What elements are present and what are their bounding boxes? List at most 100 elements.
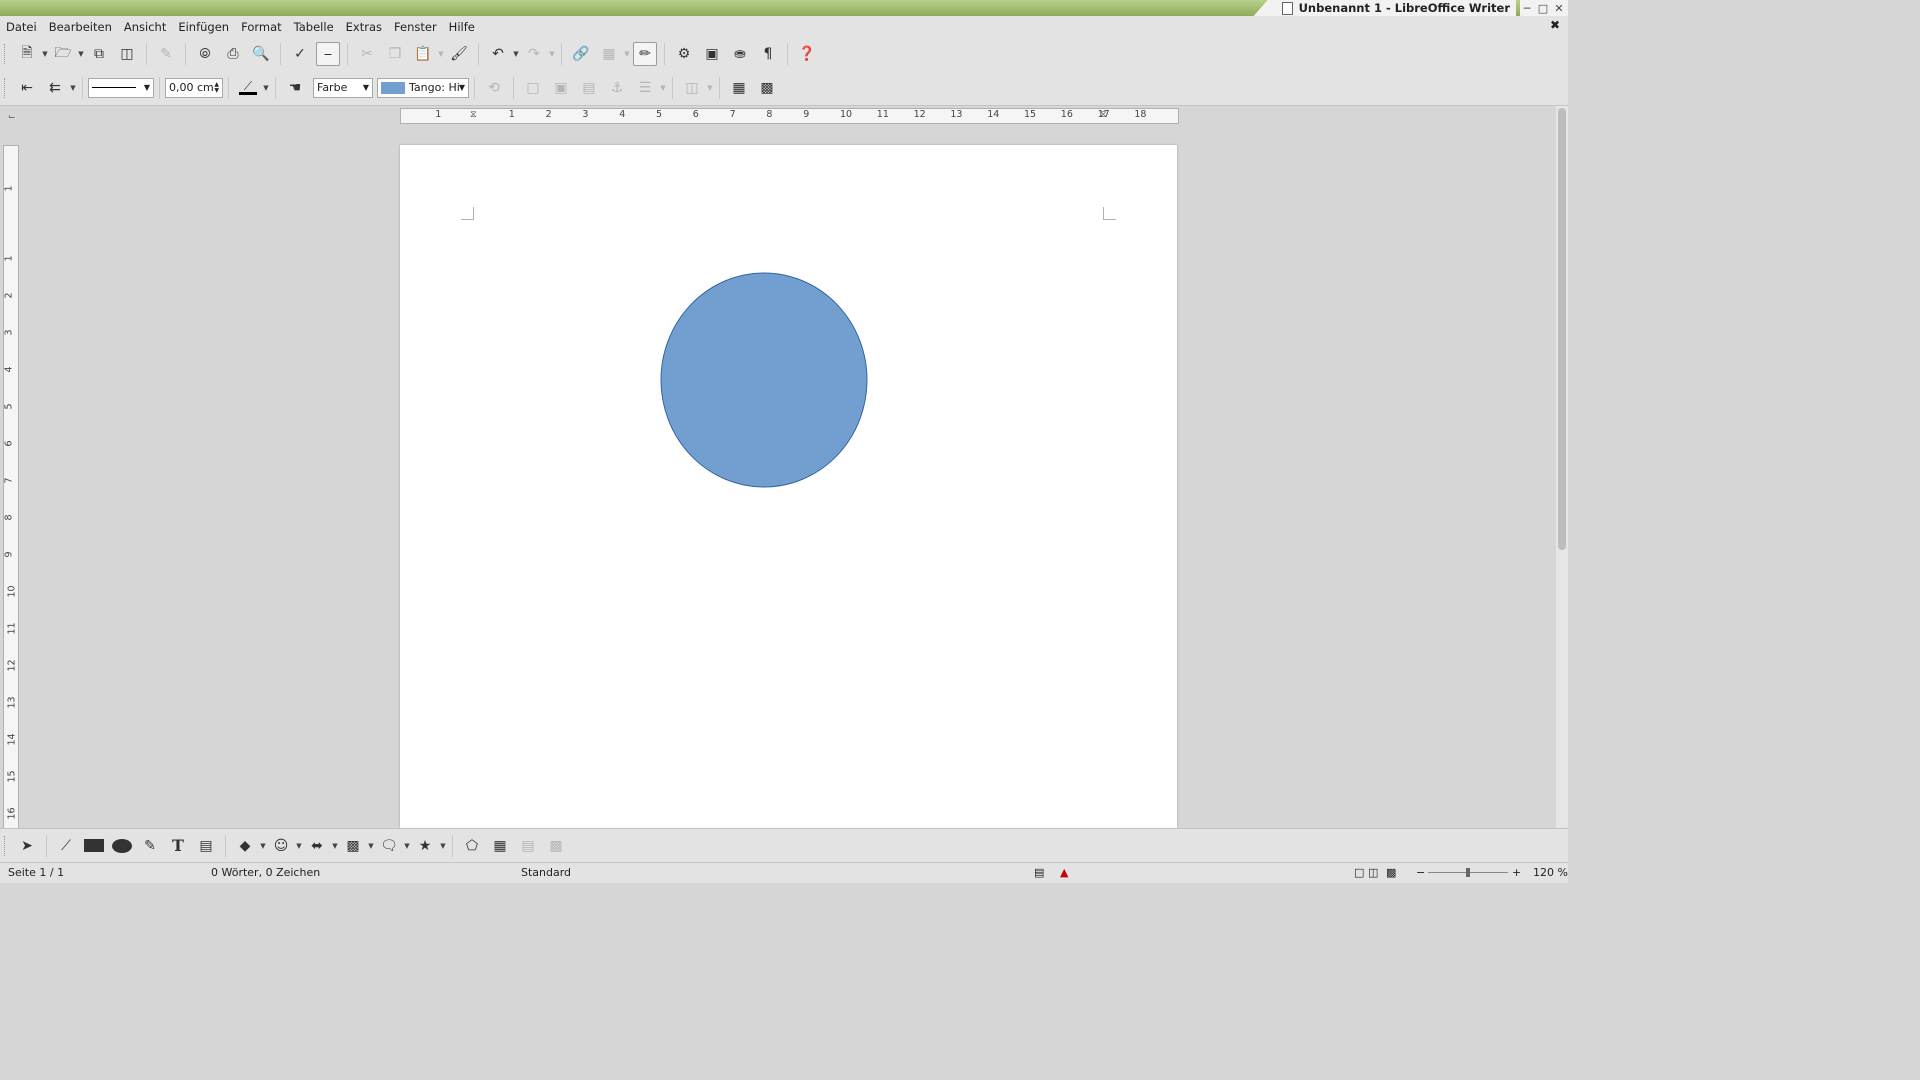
maximize-icon[interactable]: □ (1536, 0, 1550, 16)
navigator-icon[interactable]: ⚙ (672, 42, 696, 66)
points-icon[interactable]: ⬠ (460, 834, 484, 858)
minimize-icon[interactable]: ─ (1520, 0, 1534, 16)
line-width-field[interactable]: 0,00 cm ▲ ▼ (165, 77, 223, 98)
align-icon[interactable]: ☰ (633, 76, 657, 100)
formatting-marks-icon[interactable]: ¶ (756, 42, 780, 66)
toolbar-grip[interactable] (4, 44, 9, 64)
draw-functions-icon[interactable]: ✏ (633, 42, 657, 66)
single-page-view-icon[interactable]: □ (1354, 866, 1364, 879)
wrap-off-icon[interactable]: □ (521, 76, 545, 100)
draw-line-icon[interactable]: ⟋ (54, 834, 78, 858)
freeform-icon[interactable]: ✎ (138, 834, 162, 858)
undo-icon[interactable]: ↶ (486, 42, 510, 66)
area-style-select[interactable]: Farbe ▼ (313, 77, 373, 98)
area-icon[interactable]: ☚ (283, 76, 307, 100)
flowchart-icon[interactable]: ▩ (341, 834, 365, 858)
paste-icon[interactable]: 📋 (411, 42, 435, 66)
stars-dropdown-icon[interactable]: ▼ (439, 842, 447, 850)
wrap-through-icon[interactable]: ▤ (577, 76, 601, 100)
clone-format-icon[interactable]: 🖌 (447, 42, 471, 66)
anchor-icon[interactable]: ⚓ (605, 76, 629, 100)
menu-format[interactable]: Format (235, 20, 288, 34)
rectangle-icon[interactable] (82, 834, 106, 858)
fontwork-icon[interactable]: ▦ (488, 834, 512, 858)
word-count[interactable]: 0 Wörter, 0 Zeichen (211, 866, 320, 879)
zoom-slider-knob[interactable] (1466, 868, 1470, 877)
arrow-style-dropdown-icon[interactable]: ▼ (69, 84, 77, 92)
redo-icon[interactable]: ↷ (522, 42, 546, 66)
help-icon[interactable]: ❓ (795, 42, 819, 66)
ellipse-shape[interactable] (660, 272, 868, 488)
vertical-scrollbar[interactable] (1556, 106, 1568, 828)
line-style-select[interactable]: ▼ (88, 77, 154, 98)
left-indent-marker-icon[interactable]: ⧖ (470, 109, 477, 120)
arrow-style-icon[interactable]: ⇇ (43, 76, 67, 100)
toolbar-grip[interactable] (4, 77, 9, 98)
align-dropdown-icon[interactable]: ▼ (659, 84, 667, 92)
block-arrows-dropdown-icon[interactable]: ▼ (331, 842, 339, 850)
flowchart-dropdown-icon[interactable]: ▼ (367, 842, 375, 850)
menu-hilfe[interactable]: Hilfe (443, 20, 481, 34)
callout-text-icon[interactable]: ▤ (194, 834, 218, 858)
horizontal-ruler[interactable]: 1 1 2 3 4 5 6 7 8 9 10 11 12 13 14 15 16 17 18 ⧖ ⧖ (400, 108, 1179, 124)
document-page[interactable] (400, 145, 1177, 828)
menu-fenster[interactable]: Fenster (388, 20, 443, 34)
stars-icon[interactable]: ★ (413, 834, 437, 858)
menu-extras[interactable]: Extras (340, 20, 388, 34)
vertical-ruler[interactable]: 1 1 2 3 4 5 6 7 8 9 10 11 12 13 14 15 16 (3, 145, 19, 830)
menu-ansicht[interactable]: Ansicht (118, 20, 172, 34)
document-modified-icon[interactable]: ▲ (1060, 866, 1068, 879)
menu-tabelle[interactable]: Tabelle (288, 20, 340, 34)
arrange-icon[interactable]: ◫ (680, 76, 704, 100)
symbol-shapes-dropdown-icon[interactable]: ▼ (295, 842, 303, 850)
callouts-icon[interactable]: 🗨 (377, 834, 401, 858)
arrange-dropdown-icon[interactable]: ▼ (706, 84, 714, 92)
menu-datei[interactable]: Datei (0, 20, 43, 34)
export-pdf-icon[interactable]: ⦾ (193, 42, 217, 66)
hyperlink-icon[interactable]: 🔗 (569, 42, 593, 66)
extrusion-icon[interactable]: ▤ (516, 834, 540, 858)
callouts-dropdown-icon[interactable]: ▼ (403, 842, 411, 850)
save-icon[interactable]: ◫ (115, 42, 139, 66)
copy-icon[interactable]: ❐ (383, 42, 407, 66)
basic-shapes-dropdown-icon[interactable]: ▼ (259, 842, 267, 850)
open-icon[interactable]: ⧉ (87, 42, 111, 66)
zoom-level[interactable]: 120 % (1533, 866, 1568, 879)
enter-group-icon[interactable]: ▩ (755, 76, 779, 100)
undo-dropdown-icon[interactable]: ▼ (512, 50, 520, 58)
line-color-icon[interactable]: ⟋ (236, 76, 260, 100)
page-count[interactable]: Seite 1 / 1 (8, 866, 64, 879)
text-box-icon[interactable]: T (166, 834, 190, 858)
spellcheck-icon[interactable]: ✓ (288, 42, 312, 66)
close-document-icon[interactable]: ✖ (1550, 18, 1560, 32)
tab-type-icon[interactable]: ⌙ (8, 112, 16, 122)
menu-bearbeiten[interactable]: Bearbeiten (43, 20, 118, 34)
ellipse-icon[interactable] (110, 834, 134, 858)
page-style[interactable]: Standard (521, 866, 571, 879)
scrollbar-thumb[interactable] (1558, 108, 1566, 550)
table-icon[interactable]: ▦ (597, 42, 621, 66)
templates-icon[interactable]: 🗁 (51, 42, 75, 66)
edit-mode-icon[interactable]: ✎ (154, 42, 178, 66)
block-arrows-icon[interactable]: ⬌ (305, 834, 329, 858)
group-icon[interactable]: ▦ (727, 76, 751, 100)
paste-dropdown-icon[interactable]: ▼ (437, 50, 445, 58)
new-document-icon[interactable]: 🗎 (15, 42, 39, 66)
multi-page-view-icon[interactable]: ◫ (1368, 866, 1378, 879)
area-fill-select[interactable]: Tango: Hi ▼ (377, 77, 469, 98)
data-sources-icon[interactable]: ⛂ (728, 42, 752, 66)
redo-dropdown-icon[interactable]: ▼ (548, 50, 556, 58)
selection-mode-icon[interactable]: ▤ (1034, 866, 1044, 879)
basic-shapes-icon[interactable]: ◆ (233, 834, 257, 858)
book-view-icon[interactable]: ▩ (1386, 866, 1396, 879)
close-icon[interactable]: ✕ (1552, 0, 1566, 16)
print-preview-icon[interactable]: 🔍 (249, 42, 273, 66)
rotate-icon[interactable]: ⟲ (482, 76, 506, 100)
toggle-3d-icon[interactable]: ▩ (544, 834, 568, 858)
templates-dropdown-icon[interactable]: ▼ (77, 50, 85, 58)
menu-einfuegen[interactable]: Einfügen (172, 20, 235, 34)
zoom-in-icon[interactable]: + (1512, 866, 1521, 879)
gallery-icon[interactable]: ▣ (700, 42, 724, 66)
wrap-page-icon[interactable]: ▣ (549, 76, 573, 100)
table-dropdown-icon[interactable]: ▼ (623, 50, 631, 58)
